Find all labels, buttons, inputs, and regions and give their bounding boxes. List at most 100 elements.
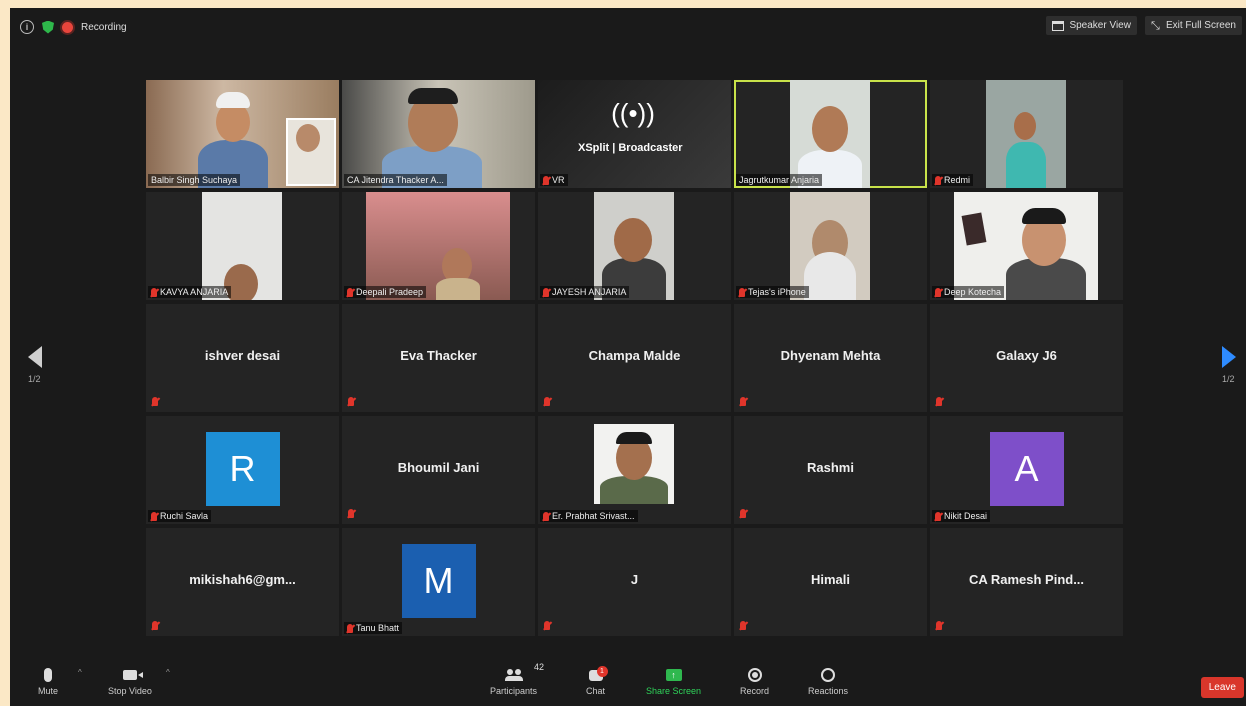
security-shield-icon[interactable] (42, 20, 54, 34)
share-screen-icon: ↑ (665, 669, 682, 681)
share-screen-button[interactable]: ↑ Share Screen (646, 664, 701, 696)
participant-name-label: Deepali Pradeep (344, 286, 427, 298)
chat-icon: 1 (588, 665, 608, 681)
zoom-window: i Recording Speaker View ⤡ Exit Full Scr… (10, 8, 1246, 706)
muted-mic-icon (543, 175, 549, 185)
participants-label: Participants (490, 686, 538, 696)
audio-options-caret-icon[interactable]: ^ (78, 668, 82, 677)
video-feed (342, 80, 535, 188)
chat-button[interactable]: 1 Chat (586, 664, 608, 696)
stop-video-button[interactable]: Stop Video (108, 664, 152, 696)
participant-name: J (630, 572, 639, 587)
participant-name-label: Tejas's iPhone (736, 286, 809, 298)
video-feed (790, 80, 870, 188)
participant-tile[interactable]: ((•)) XSplit | Broadcaster VR (538, 80, 731, 188)
participant-tile[interactable]: Deep Kotecha (930, 192, 1123, 300)
video-feed (366, 192, 510, 300)
participant-tile[interactable]: JAYESH ANJARIA (538, 192, 731, 300)
participant-tile[interactable]: Deepali Pradeep (342, 192, 535, 300)
participant-tile[interactable]: R Ruchi Savla (146, 416, 339, 524)
video-feed: ((•)) XSplit | Broadcaster (538, 80, 731, 188)
leave-meeting-button[interactable]: Leave (1200, 677, 1244, 698)
participant-name: Rashmi (807, 460, 854, 475)
arrow-right-icon[interactable] (1222, 346, 1236, 368)
participant-name-label: Tanu Bhatt (344, 622, 403, 634)
muted-mic-icon (740, 621, 746, 630)
participant-tile[interactable]: CA Jitendra Thacker A... (342, 80, 535, 188)
participants-count: 42 (534, 662, 545, 672)
video-camera-icon (122, 670, 137, 680)
participant-tile[interactable]: J (538, 528, 731, 636)
page-indicator: 1/2 (28, 374, 41, 384)
muted-mic-icon (347, 623, 353, 633)
next-page-nav[interactable]: 1/2 (1222, 346, 1236, 384)
participant-name-label: JAYESH ANJARIA (540, 286, 630, 298)
muted-mic-icon (151, 287, 157, 297)
exit-full-screen-icon: ⤡ (1150, 19, 1160, 32)
participant-tile[interactable]: Galaxy J6 (930, 304, 1123, 412)
chat-label: Chat (586, 686, 606, 696)
video-feed (790, 192, 870, 300)
participant-tile[interactable]: KAVYA ANJARIA (146, 192, 339, 300)
participant-name-label: Redmi (932, 174, 974, 186)
video-feed (146, 80, 339, 188)
muted-mic-icon (544, 621, 550, 630)
participant-tile[interactable]: Eva Thacker (342, 304, 535, 412)
recording-label: Recording (81, 21, 127, 33)
arrow-left-icon[interactable] (28, 346, 42, 368)
speaker-view-button[interactable]: Speaker View (1046, 16, 1137, 35)
participant-tile[interactable]: Tejas's iPhone (734, 192, 927, 300)
participant-name: Dhyenam Mehta (780, 348, 881, 363)
muted-mic-icon (936, 621, 942, 630)
participant-tile[interactable]: Dhyenam Mehta (734, 304, 927, 412)
participant-name-label: Ruchi Savla (148, 510, 212, 522)
participant-name: Himali (810, 572, 850, 587)
exit-full-screen-label: Exit Full Screen (1165, 20, 1236, 31)
participant-tile[interactable]: A Nikit Desai (930, 416, 1123, 524)
participant-tile-active-speaker[interactable]: Jagrutkumar Anjaria (734, 80, 927, 188)
record-label: Record (740, 686, 770, 696)
microphone-icon (44, 668, 52, 682)
speaker-view-label: Speaker View (1069, 20, 1131, 31)
video-feed (954, 192, 1098, 300)
participant-tile[interactable]: mikishah6@gm... (146, 528, 339, 636)
participant-name: Galaxy J6 (996, 348, 1057, 363)
participant-name-label: CA Jitendra Thacker A... (344, 174, 447, 186)
muted-mic-icon (935, 175, 941, 185)
share-screen-label: Share Screen (646, 686, 702, 696)
participant-name-label: KAVYA ANJARIA (148, 286, 232, 298)
participant-tile[interactable]: Champa Malde (538, 304, 731, 412)
participant-tile[interactable]: ishver desai (146, 304, 339, 412)
video-options-caret-icon[interactable]: ^ (166, 668, 170, 677)
participant-tile[interactable]: Er. Prabhat Srivast... (538, 416, 731, 524)
page-indicator: 1/2 (1222, 374, 1235, 384)
participant-name-label: Nikit Desai (932, 510, 991, 522)
participant-name: mikishah6@gm... (189, 572, 296, 587)
participant-tile[interactable]: Balbir Singh Suchaya (146, 80, 339, 188)
screen-share-text: XSplit | Broadcaster (578, 142, 683, 154)
muted-mic-icon (543, 511, 549, 521)
participant-tile[interactable]: Redmi (930, 80, 1123, 188)
participant-name-label: Er. Prabhat Srivast... (540, 510, 638, 522)
participant-tile[interactable]: CA Ramesh Pind... (930, 528, 1123, 636)
previous-page-nav[interactable]: 1/2 (28, 346, 42, 384)
video-feed (202, 192, 282, 300)
participants-button[interactable]: Participants (490, 664, 537, 696)
profile-photo (594, 424, 674, 504)
recording-icon (62, 21, 73, 33)
participant-name-label: Deep Kotecha (932, 286, 1005, 298)
muted-mic-icon (151, 511, 157, 521)
muted-mic-icon (348, 509, 354, 518)
info-icon[interactable]: i (20, 20, 34, 34)
reactions-label: Reactions (808, 686, 849, 696)
exit-full-screen-button[interactable]: ⤡ Exit Full Screen (1144, 16, 1242, 35)
mute-button[interactable]: Mute (38, 664, 58, 696)
muted-mic-icon (935, 511, 941, 521)
participant-tile[interactable]: Rashmi (734, 416, 927, 524)
participant-name: Bhoumil Jani (397, 460, 480, 475)
participant-tile[interactable]: Himali (734, 528, 927, 636)
participant-tile[interactable]: M Tanu Bhatt (342, 528, 535, 636)
reactions-button[interactable]: Reactions (808, 664, 848, 696)
record-button[interactable]: Record (740, 664, 769, 696)
participant-tile[interactable]: Bhoumil Jani (342, 416, 535, 524)
